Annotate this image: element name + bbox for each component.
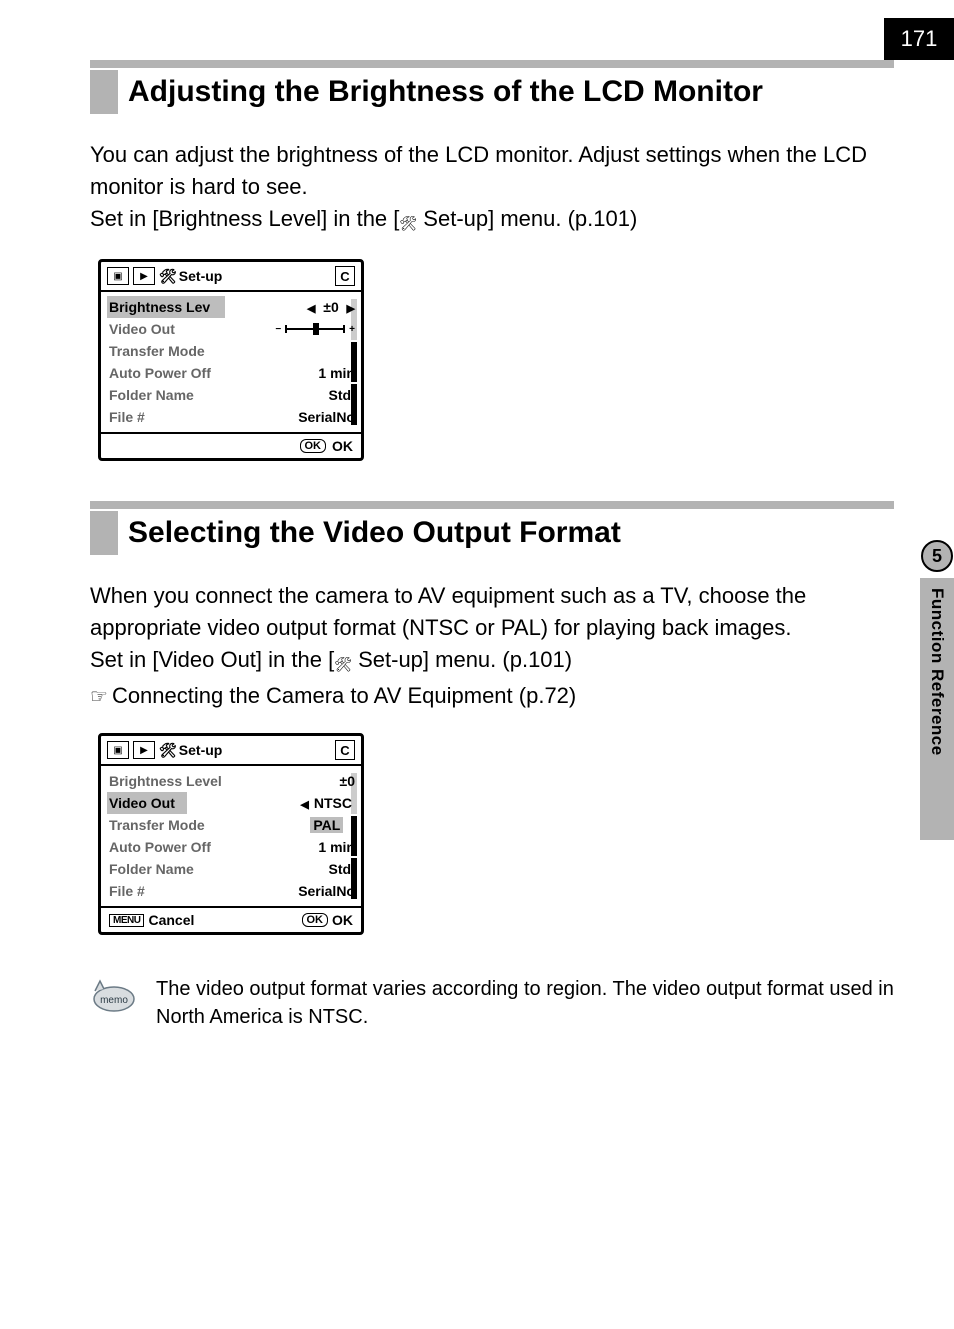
brightness-number: 0: [331, 299, 339, 315]
camera-tab-icon: ▣: [107, 267, 129, 285]
section2-setline-before: Set in [Video Out] in the [: [90, 647, 334, 672]
setup-tab: 🛠 Set-up: [159, 268, 222, 285]
folder-value: Std.: [329, 387, 355, 403]
menu-item-video-out: Video Out: [109, 321, 175, 337]
video-out-pal: PAL: [310, 817, 343, 833]
page: 171 5 Function Reference Adjusting the B…: [0, 0, 954, 1329]
left-arrow-icon: ◀: [307, 303, 315, 315]
folder-value: Std.: [329, 861, 355, 877]
menu-item-auto-off: Auto Power Off: [109, 365, 211, 381]
play-tab-icon: ▶: [133, 267, 155, 285]
menu-item-transfer: Transfer Mode: [109, 817, 205, 833]
video-out-ntsc: NTSC: [311, 795, 355, 811]
memo-icon-label: memo: [100, 995, 128, 1006]
setup-tab-label: Set-up: [179, 742, 223, 758]
chapter-number: 5: [921, 540, 953, 572]
left-arrow-icon: ◀: [300, 799, 308, 811]
menu-screenshot-2: ▣ ▶ 🛠 Set-up C Brightness Level ±0 Video…: [98, 733, 364, 935]
menu-screenshot-1: ▣ ▶ 🛠 Set-up C Brightness Lev ◀ ±0 ▶: [98, 259, 364, 461]
side-tab-label: Function Reference: [927, 578, 947, 756]
section2-paragraph: When you connect the camera to AV equipm…: [90, 580, 894, 713]
brightness-slider: − +: [275, 324, 355, 335]
menu-item-brightness: Brightness Level: [109, 773, 222, 789]
menu-tab-bar: ▣ ▶ 🛠 Set-up C: [101, 262, 361, 288]
tool-icon: 🛠: [399, 207, 417, 239]
file-value: SerialNo: [298, 409, 355, 425]
custom-tab-icon: C: [335, 266, 355, 286]
tool-icon: 🛠: [159, 742, 177, 759]
menu-item-transfer: Transfer Mode: [109, 343, 205, 359]
brightness-number: 0: [347, 773, 355, 789]
menu-body: Brightness Lev ◀ ±0 ▶ Video Out − + Tran…: [101, 292, 361, 432]
auto-off-value: 1 min: [318, 839, 355, 855]
section2-xref: Connecting the Camera to AV Equipment (p…: [112, 683, 576, 708]
ok-label: OK: [332, 912, 353, 928]
menu-body: Brightness Level ±0 Video Out ◀NTSC Tran…: [101, 766, 361, 906]
menu-item-video-out: Video Out: [109, 795, 175, 811]
section-heading: Adjusting the Brightness of the LCD Moni…: [90, 60, 894, 114]
menu-badge-icon: MENU: [109, 914, 144, 927]
section-heading: Selecting the Video Output Format: [90, 501, 894, 555]
video-out-options: ◀NTSC: [300, 795, 355, 811]
right-arrow-icon: ▶: [347, 303, 355, 315]
camera-tab-icon: ▣: [107, 741, 129, 759]
scroll-indicator: [351, 772, 357, 900]
play-tab-icon: ▶: [133, 741, 155, 759]
tool-icon: 🛠: [159, 268, 177, 285]
section2-title: Selecting the Video Output Format: [128, 511, 621, 555]
ok-badge-icon: OK: [300, 439, 327, 453]
side-tab-bar: Function Reference: [920, 578, 954, 840]
cancel-label: Cancel: [148, 912, 194, 928]
memo-note: memo The video output format varies acco…: [90, 975, 894, 1031]
menu-footer: OK OK: [101, 432, 361, 458]
menu-item-folder: Folder Name: [109, 387, 194, 403]
menu-item-file: File #: [109, 409, 145, 425]
brightness-value: ±0: [340, 773, 355, 789]
section2-setline-after: Set-up] menu. (p.101): [352, 647, 572, 672]
menu-item-auto-off: Auto Power Off: [109, 839, 211, 855]
brightness-value: ◀ ±0 ▶: [307, 299, 355, 315]
section1-para-text: You can adjust the brightness of the LCD…: [90, 142, 867, 199]
auto-off-value: 1 min: [318, 365, 355, 381]
section1-title: Adjusting the Brightness of the LCD Moni…: [128, 70, 763, 114]
menu-item-file: File #: [109, 883, 145, 899]
tool-icon: 🛠: [334, 648, 352, 680]
pointer-icon: ☞: [90, 686, 108, 708]
menu-item-folder: Folder Name: [109, 861, 194, 877]
memo-text: The video output format varies according…: [156, 975, 894, 1031]
section1-paragraph: You can adjust the brightness of the LCD…: [90, 139, 894, 239]
setup-tab-label: Set-up: [179, 268, 223, 284]
ok-badge-icon: OK: [302, 913, 329, 927]
setup-tab: 🛠 Set-up: [159, 742, 222, 759]
section2-para-text: When you connect the camera to AV equipm…: [90, 583, 806, 640]
side-tab: 5 Function Reference: [920, 540, 954, 840]
custom-tab-icon: C: [335, 740, 355, 760]
scroll-indicator: [351, 298, 357, 426]
section1-setline-before: Set in [Brightness Level] in the [: [90, 206, 399, 231]
page-number: 171: [884, 18, 954, 60]
menu-item-brightness: Brightness Lev: [109, 299, 210, 315]
menu-footer: MENU Cancel OK OK: [101, 906, 361, 932]
memo-icon: memo: [90, 979, 138, 1017]
video-out-pal-row: PAL: [310, 817, 355, 833]
ok-label: OK: [332, 438, 353, 454]
section1-setline-after: Set-up] menu. (p.101): [417, 206, 637, 231]
menu-tab-bar: ▣ ▶ 🛠 Set-up C: [101, 736, 361, 762]
file-value: SerialNo: [298, 883, 355, 899]
